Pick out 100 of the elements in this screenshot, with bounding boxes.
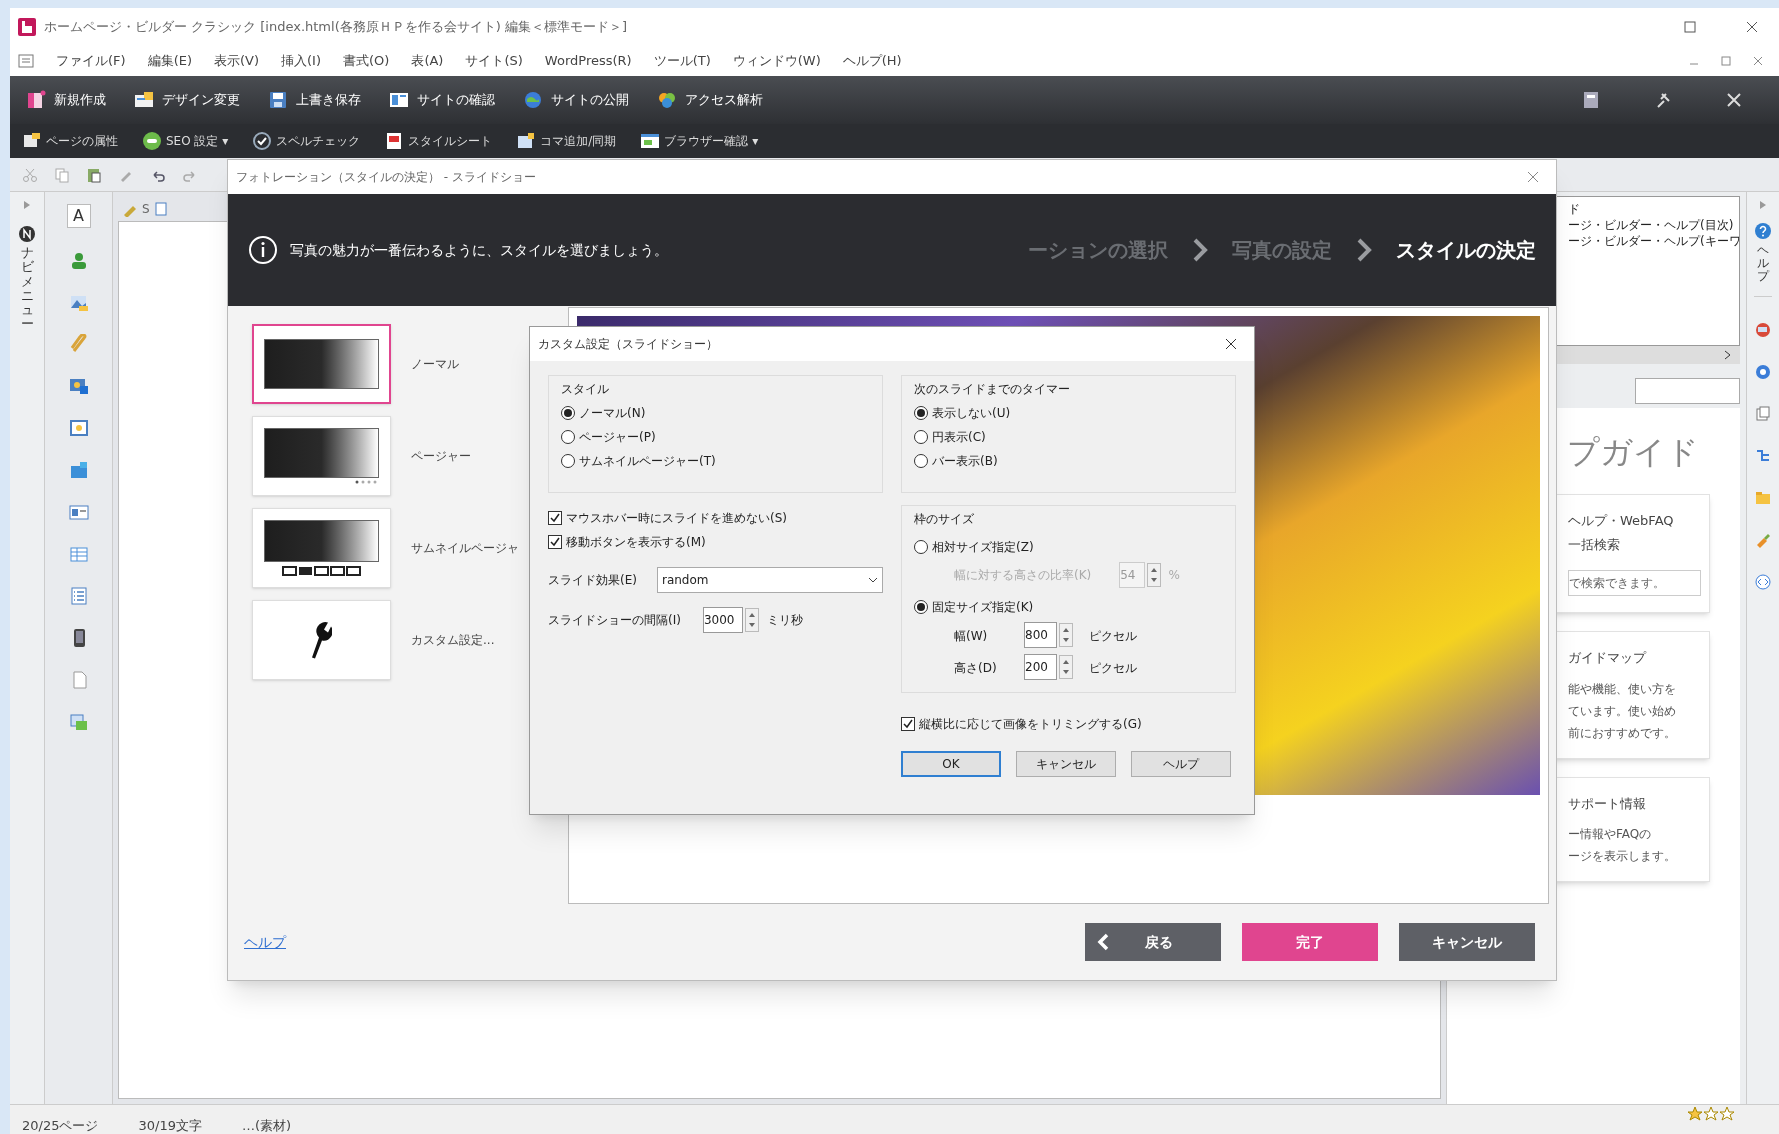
menu-item[interactable]: 挿入(I) [281,51,321,71]
menu-item[interactable]: ファイル(F) [56,51,126,71]
collapse-arrow-icon[interactable] [1758,200,1768,210]
option-label: スライドショーの間隔(I) [548,612,681,629]
option-label: 表示しない(U) [932,405,1011,422]
option-label: スライド効果(E) [548,572,637,589]
checkbox[interactable] [901,717,915,731]
close-icon[interactable] [1725,91,1743,109]
checkbox[interactable] [548,535,562,549]
radio-button[interactable] [914,406,928,420]
close-icon[interactable] [1224,337,1238,351]
search-field[interactable] [1635,378,1740,404]
restore-icon[interactable] [1683,20,1697,34]
chevron-down-icon[interactable] [868,577,878,583]
radio-button[interactable] [914,454,928,468]
menu-item[interactable]: 表示(V) [214,51,260,71]
text-tool-button[interactable]: A [66,204,91,228]
collapse-arrow-icon[interactable] [22,200,32,210]
toolbar-button[interactable]: コマ追加/同期 [516,131,617,151]
radio-button[interactable] [914,430,928,444]
editor-tab[interactable]: S [142,200,150,218]
toolbar-button[interactable]: ブラウザー確認 ▾ [640,131,759,151]
page-icon[interactable] [153,202,168,216]
radio-button[interactable] [914,540,928,554]
option-label: 固定サイズ指定(K) [932,599,1034,616]
paperclip-icon[interactable] [68,334,89,354]
folder-icon[interactable] [68,460,89,480]
spinner-icon[interactable] [745,608,760,632]
form-icon[interactable] [68,502,89,522]
number-field[interactable]: 3000 [702,607,744,633]
dialog-button[interactable]: 完了 [1242,923,1378,961]
option-label: ピクセル [1088,661,1137,675]
toolbar-button[interactable]: スタイルシート [384,131,493,151]
menu-item[interactable]: サイト(S) [465,51,523,71]
toolbar-button[interactable]: デザイン変更 [130,86,244,114]
toolbar-button[interactable]: スペルチェック [252,131,361,151]
paste-icon[interactable] [86,166,102,183]
menu-item[interactable]: ウィンドウ(W) [732,51,821,71]
status-text: …(素材) [241,1118,292,1134]
document-icon [18,53,34,69]
dialog-button[interactable]: キャンセル [1016,751,1116,777]
pages-icon[interactable] [1754,404,1772,423]
toolbar-button[interactable]: サイトの確認 [385,86,499,114]
toolbar-button[interactable]: アクセス解析 [653,86,767,114]
help-link[interactable]: ヘルプ [244,931,286,953]
n-badge-icon [19,226,35,242]
close-icon[interactable] [1745,20,1759,34]
book-icon[interactable] [1581,90,1601,110]
circles-icon [657,90,677,110]
help-icon [1754,222,1772,240]
menu-item[interactable]: ツール(T) [653,51,711,71]
option-label: 相対サイズ指定(Z) [932,539,1034,556]
code-icon[interactable] [1754,572,1772,591]
table-icon[interactable] [68,544,89,564]
spinner-icon[interactable] [1058,623,1073,647]
menu-item[interactable]: 編集(E) [147,51,192,71]
toolbar-button[interactable]: 上書き保存 [264,86,365,114]
step-label: 写真の設定 [1232,237,1332,264]
radio-button[interactable] [914,600,928,614]
number-field[interactable]: 200 [1024,654,1057,680]
list-item[interactable]: ージ・ビルダー・ヘルプ(目次) [1568,217,1739,233]
style-label: ページャー [411,448,471,465]
style-option[interactable] [252,324,391,404]
dialog-button[interactable]: OK [901,751,1001,777]
menu-item[interactable]: WordPress(R) [544,51,632,71]
dialog-button[interactable]: ヘルプ [1131,751,1231,777]
thumbnails-icon [281,566,362,576]
instruction-text: 写真の魅力が一番伝わるように、スタイルを選びましょう。 [290,240,668,260]
list-icon[interactable] [68,586,89,606]
spinner-icon[interactable] [1058,655,1073,679]
menu-item[interactable]: 表(A) [411,51,444,71]
stars-icon[interactable] [1687,1106,1735,1122]
number-field[interactable]: 800 [1024,622,1057,648]
dropdown[interactable]: random [656,567,883,593]
list-item[interactable]: ージ・ビルダー・ヘルプ(キーワ [1568,233,1739,249]
card-title: サポート情報 [1568,794,1647,813]
window-icon [389,90,409,110]
search-field[interactable]: で検索できます。 [1568,570,1701,596]
menu-item[interactable]: 書式(O) [343,51,390,71]
side-tab[interactable]: ナビメニュー [15,222,39,336]
toolbar-button[interactable]: ページの属性 [22,131,118,151]
radio-button[interactable] [561,406,575,420]
toolbar-button[interactable]: サイトの公開 [519,86,633,114]
radio-button[interactable] [561,454,575,468]
globe-icon[interactable] [1754,362,1772,381]
dialog-button[interactable]: 戻る [1085,923,1221,961]
side-tab[interactable]: ヘルプ [1754,222,1772,297]
window-icon [134,90,154,110]
chevron-right-icon[interactable] [1724,350,1732,360]
list-item[interactable]: ド [1568,201,1739,217]
image-icon[interactable] [1754,320,1772,339]
restore-icon[interactable] [1721,56,1731,66]
dialog-button[interactable]: キャンセル [1399,923,1535,961]
checkbox[interactable] [548,511,562,525]
radio-button[interactable] [561,430,575,444]
toolbar-button[interactable]: SEO 設定 ▾ [142,131,229,151]
menu-item[interactable]: ヘルプ(H) [842,51,902,71]
image-icon[interactable] [68,376,89,396]
toolbar-button[interactable]: 新規作成 [22,86,110,114]
image-icon[interactable] [68,418,89,438]
